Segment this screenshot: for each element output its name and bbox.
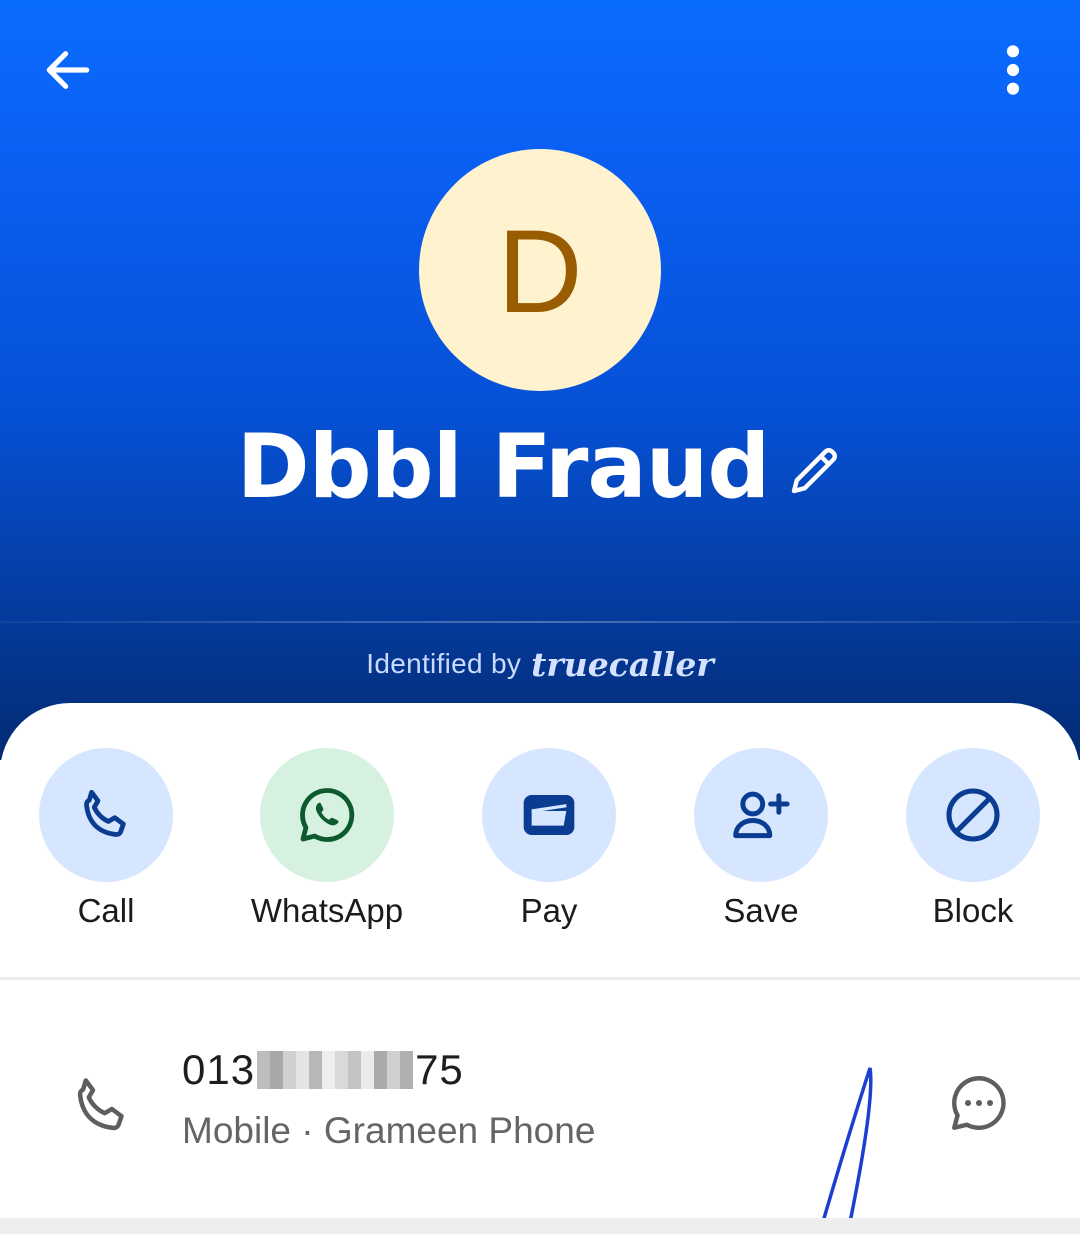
block-button[interactable]	[906, 748, 1040, 882]
header-divider	[0, 621, 1080, 623]
wallet-icon	[523, 795, 575, 835]
block-action[interactable]: Block	[863, 748, 1080, 948]
phone-carrier: Grameen Phone	[323, 1110, 596, 1151]
phone-meta: Mobile · Grameen Phone	[182, 1110, 595, 1152]
pencil-icon[interactable]	[787, 442, 843, 498]
phone-number-suffix: 75	[415, 1046, 464, 1093]
contact-name-row: Dbbl Fraud	[0, 412, 1080, 522]
pen-annotation	[818, 1067, 873, 1234]
phone-type: Mobile	[182, 1110, 291, 1151]
add-person-icon	[733, 791, 790, 839]
phone-icon	[77, 1078, 124, 1131]
save-label: Save	[723, 892, 799, 929]
bottom-section-edge	[0, 1218, 1080, 1234]
arrow-left-icon	[46, 51, 90, 89]
call-action[interactable]: Call	[0, 748, 216, 948]
back-button[interactable]	[28, 30, 108, 110]
truecaller-logo: truecaller	[531, 644, 714, 684]
contact-name: Dbbl Fraud	[236, 415, 771, 518]
whatsapp-icon	[300, 788, 355, 842]
profile-header: D Dbbl Fraud Identified by truecaller	[0, 0, 1080, 760]
save-action[interactable]: Save	[651, 748, 871, 948]
save-button[interactable]	[694, 748, 828, 882]
phone-number-row[interactable]: 013 75 Mobile · Grameen Phone	[0, 1040, 1080, 1170]
pay-label: Pay	[520, 892, 578, 929]
section-divider	[0, 977, 1080, 980]
message-bubble-icon[interactable]	[946, 1070, 1012, 1136]
phone-number-prefix: 013	[182, 1046, 256, 1093]
whatsapp-label: WhatsApp	[250, 892, 404, 929]
more-vertical-icon	[1006, 45, 1020, 95]
more-options-button[interactable]	[978, 30, 1048, 110]
block-icon	[946, 788, 1000, 842]
phone-number-redacted	[257, 1051, 414, 1089]
avatar[interactable]: D	[419, 149, 661, 391]
whatsapp-action[interactable]: WhatsApp	[217, 748, 437, 948]
avatar-letter: D	[497, 206, 583, 338]
identified-label: Identified by	[366, 648, 522, 679]
pay-action[interactable]: Pay	[439, 748, 659, 948]
phone-icon	[84, 789, 126, 837]
whatsapp-button[interactable]	[260, 748, 394, 882]
meta-separator: ·	[301, 1110, 314, 1151]
block-label: Block	[932, 892, 1014, 929]
call-label: Call	[77, 892, 135, 929]
identified-by: Identified by truecaller	[0, 640, 1080, 688]
pay-button[interactable]	[482, 748, 616, 882]
call-button[interactable]	[39, 748, 173, 882]
phone-number[interactable]: 013 75	[182, 1046, 464, 1094]
